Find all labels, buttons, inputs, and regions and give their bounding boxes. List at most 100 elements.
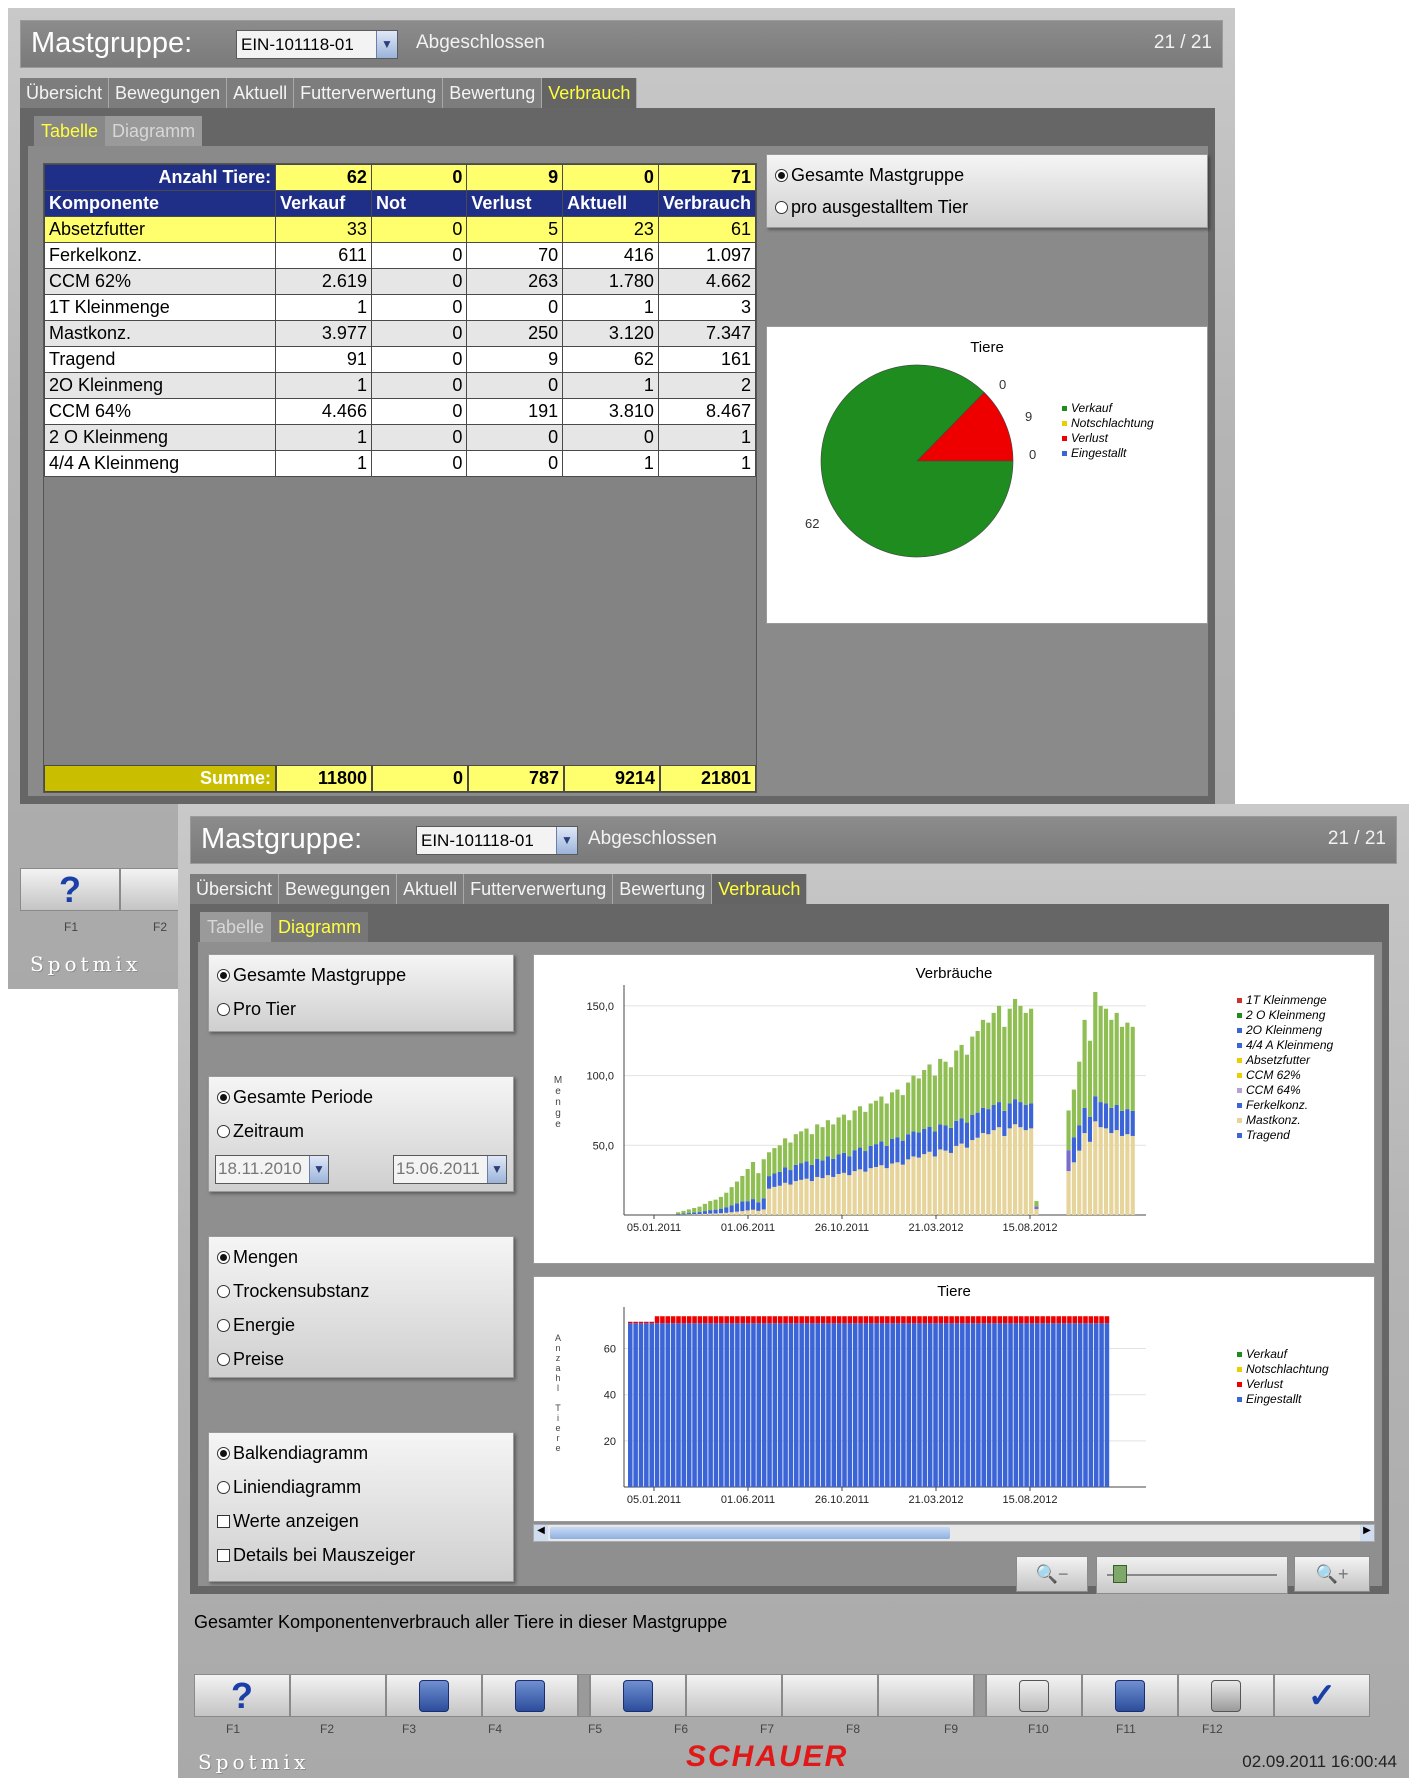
f12-confirm-button[interactable]: ✓ bbox=[1274, 1674, 1370, 1717]
f6-button[interactable] bbox=[686, 1674, 782, 1717]
column-header[interactable]: Verbrauch bbox=[657, 190, 757, 217]
table-row[interactable]: 4/4 A Kleinmeng 1 0 0 1 1 bbox=[43, 450, 757, 477]
option-preise[interactable]: Preise bbox=[217, 1349, 284, 1370]
scroll-right-icon[interactable]: ▶ bbox=[1360, 1525, 1374, 1541]
checkbox-icon[interactable] bbox=[217, 1515, 230, 1528]
table-row[interactable]: 1T Kleinmenge 1 0 0 1 3 bbox=[43, 294, 757, 321]
f2-button[interactable] bbox=[120, 868, 180, 911]
tab-bewertung[interactable]: Bewertung bbox=[613, 874, 713, 904]
scroll-thumb[interactable] bbox=[550, 1527, 950, 1539]
table-row[interactable]: Ferkelkonz. 611 0 70 416 1.097 bbox=[43, 242, 757, 269]
subtab-tabelle[interactable]: Tabelle bbox=[200, 912, 272, 942]
table-row[interactable]: CCM 62% 2.619 0 263 1.780 4.662 bbox=[43, 268, 757, 295]
tab-uebersicht[interactable]: Übersicht bbox=[190, 874, 280, 904]
radio-icon[interactable] bbox=[217, 1125, 230, 1138]
chevron-down-icon[interactable]: ▼ bbox=[309, 1156, 328, 1183]
column-header[interactable]: Aktuell bbox=[562, 190, 659, 217]
f7-button[interactable] bbox=[782, 1674, 878, 1717]
checkbox-details-mauszeiger[interactable]: Details bei Mauszeiger bbox=[217, 1545, 415, 1566]
tab-uebersicht[interactable]: Übersicht bbox=[20, 78, 110, 108]
radio-icon[interactable] bbox=[775, 201, 788, 214]
tab-futterverwertung[interactable]: Futterverwertung bbox=[294, 78, 444, 108]
chart-scrollbar[interactable]: ◀ ▶ bbox=[533, 1524, 1375, 1542]
date-to-field[interactable]: 15.06.2011 ▼ bbox=[393, 1155, 507, 1184]
tab-verbrauch[interactable]: Verbrauch bbox=[712, 874, 808, 904]
option-zeitraum[interactable]: Zeitraum bbox=[217, 1121, 304, 1142]
radio-selected-icon[interactable] bbox=[775, 169, 788, 182]
subtab-tabelle[interactable]: Tabelle bbox=[34, 116, 106, 146]
f10-button[interactable] bbox=[1082, 1674, 1178, 1717]
option-gesamte-mastgruppe[interactable]: Gesamte Mastgruppe bbox=[217, 965, 406, 986]
bar-segment-blue bbox=[777, 1171, 782, 1186]
option-balkendiagramm[interactable]: Balkendiagramm bbox=[217, 1443, 368, 1464]
radio-icon[interactable] bbox=[217, 1003, 230, 1016]
tab-aktuell[interactable]: Aktuell bbox=[397, 874, 465, 904]
f3-button[interactable] bbox=[386, 1674, 482, 1717]
f4-button[interactable] bbox=[482, 1674, 578, 1717]
bar-segment-blue bbox=[1018, 1102, 1023, 1128]
bar-segment-eingestallt bbox=[815, 1323, 820, 1487]
radio-icon[interactable] bbox=[217, 1353, 230, 1366]
column-header[interactable]: Not bbox=[370, 190, 468, 217]
table-row[interactable]: 2 O Kleinmeng 1 0 0 0 1 bbox=[43, 424, 757, 451]
legend-swatch bbox=[1062, 451, 1067, 456]
table-row[interactable]: 2O Kleinmeng 1 0 0 1 2 bbox=[43, 372, 757, 399]
checkbox-icon[interactable] bbox=[217, 1549, 230, 1562]
radio-icon[interactable] bbox=[217, 1285, 230, 1298]
f2-button[interactable] bbox=[290, 1674, 386, 1717]
option-gesamte-mastgruppe[interactable]: Gesamte Mastgruppe bbox=[775, 165, 964, 186]
checkbox-werte-anzeigen[interactable]: Werte anzeigen bbox=[217, 1511, 359, 1532]
bar-segment-green bbox=[724, 1192, 729, 1208]
group-select[interactable]: EIN-101118-01 ▼ bbox=[416, 826, 578, 855]
column-header[interactable]: Verkauf bbox=[275, 190, 372, 217]
table-row[interactable]: CCM 64% 4.466 0 191 3.810 8.467 bbox=[43, 398, 757, 425]
bar-segment-tan bbox=[857, 1169, 863, 1215]
radio-icon[interactable] bbox=[217, 1481, 230, 1494]
table-row[interactable]: Absetzfutter 33 0 5 23 61 bbox=[43, 216, 757, 243]
subtab-diagramm[interactable]: Diagramm bbox=[271, 912, 369, 942]
value-cell: 2 bbox=[657, 372, 757, 399]
subtab-diagramm[interactable]: Diagramm bbox=[105, 116, 203, 146]
date-from-field[interactable]: 18.11.2010 ▼ bbox=[215, 1155, 329, 1184]
value-cell: 8.467 bbox=[657, 398, 757, 425]
zoom-out-button[interactable]: 🔍− bbox=[1016, 1556, 1088, 1592]
zoom-slider[interactable] bbox=[1096, 1556, 1288, 1594]
chevron-down-icon[interactable]: ▼ bbox=[487, 1156, 506, 1183]
tab-bewertung[interactable]: Bewertung bbox=[443, 78, 543, 108]
scroll-left-icon[interactable]: ◀ bbox=[534, 1525, 548, 1541]
chevron-down-icon[interactable]: ▼ bbox=[376, 31, 397, 58]
chevron-down-icon[interactable]: ▼ bbox=[556, 827, 577, 854]
bar-segment-tan bbox=[686, 1214, 691, 1215]
option-gesamte-periode[interactable]: Gesamte Periode bbox=[217, 1087, 373, 1108]
tab-bewegungen[interactable]: Bewegungen bbox=[109, 78, 228, 108]
slider-thumb[interactable] bbox=[1113, 1565, 1127, 1583]
column-header[interactable]: Komponente bbox=[43, 190, 277, 217]
table-row[interactable]: Tragend 91 0 9 62 161 bbox=[43, 346, 757, 373]
radio-selected-icon[interactable] bbox=[217, 1447, 230, 1460]
option-mengen[interactable]: Mengen bbox=[217, 1247, 298, 1268]
f9-button[interactable] bbox=[986, 1674, 1082, 1717]
radio-icon[interactable] bbox=[217, 1319, 230, 1332]
option-pro-tier[interactable]: pro ausgestalltem Tier bbox=[775, 197, 968, 218]
tab-futterverwertung[interactable]: Futterverwertung bbox=[464, 874, 614, 904]
group-select[interactable]: EIN-101118-01 ▼ bbox=[236, 30, 398, 59]
column-header[interactable]: Verlust bbox=[466, 190, 564, 217]
bar-segment-green bbox=[970, 1036, 975, 1115]
radio-selected-icon[interactable] bbox=[217, 969, 230, 982]
radio-selected-icon[interactable] bbox=[217, 1091, 230, 1104]
help-button[interactable]: ? bbox=[20, 868, 120, 911]
f5-button[interactable] bbox=[590, 1674, 686, 1717]
f8-button[interactable] bbox=[878, 1674, 974, 1717]
tab-bewegungen[interactable]: Bewegungen bbox=[279, 874, 398, 904]
table-row[interactable]: Mastkonz. 3.977 0 250 3.120 7.347 bbox=[43, 320, 757, 347]
radio-selected-icon[interactable] bbox=[217, 1251, 230, 1264]
tab-aktuell[interactable]: Aktuell bbox=[227, 78, 295, 108]
option-energie[interactable]: Energie bbox=[217, 1315, 295, 1336]
zoom-in-button[interactable]: 🔍+ bbox=[1294, 1556, 1370, 1592]
f1-help-button[interactable]: ? bbox=[194, 1674, 290, 1717]
option-pro-tier[interactable]: Pro Tier bbox=[217, 999, 296, 1020]
option-trockensubstanz[interactable]: Trockensubstanz bbox=[217, 1281, 369, 1302]
option-liniendiagramm[interactable]: Liniendiagramm bbox=[217, 1477, 361, 1498]
tab-verbrauch[interactable]: Verbrauch bbox=[542, 78, 638, 108]
f11-print-button[interactable] bbox=[1178, 1674, 1274, 1717]
